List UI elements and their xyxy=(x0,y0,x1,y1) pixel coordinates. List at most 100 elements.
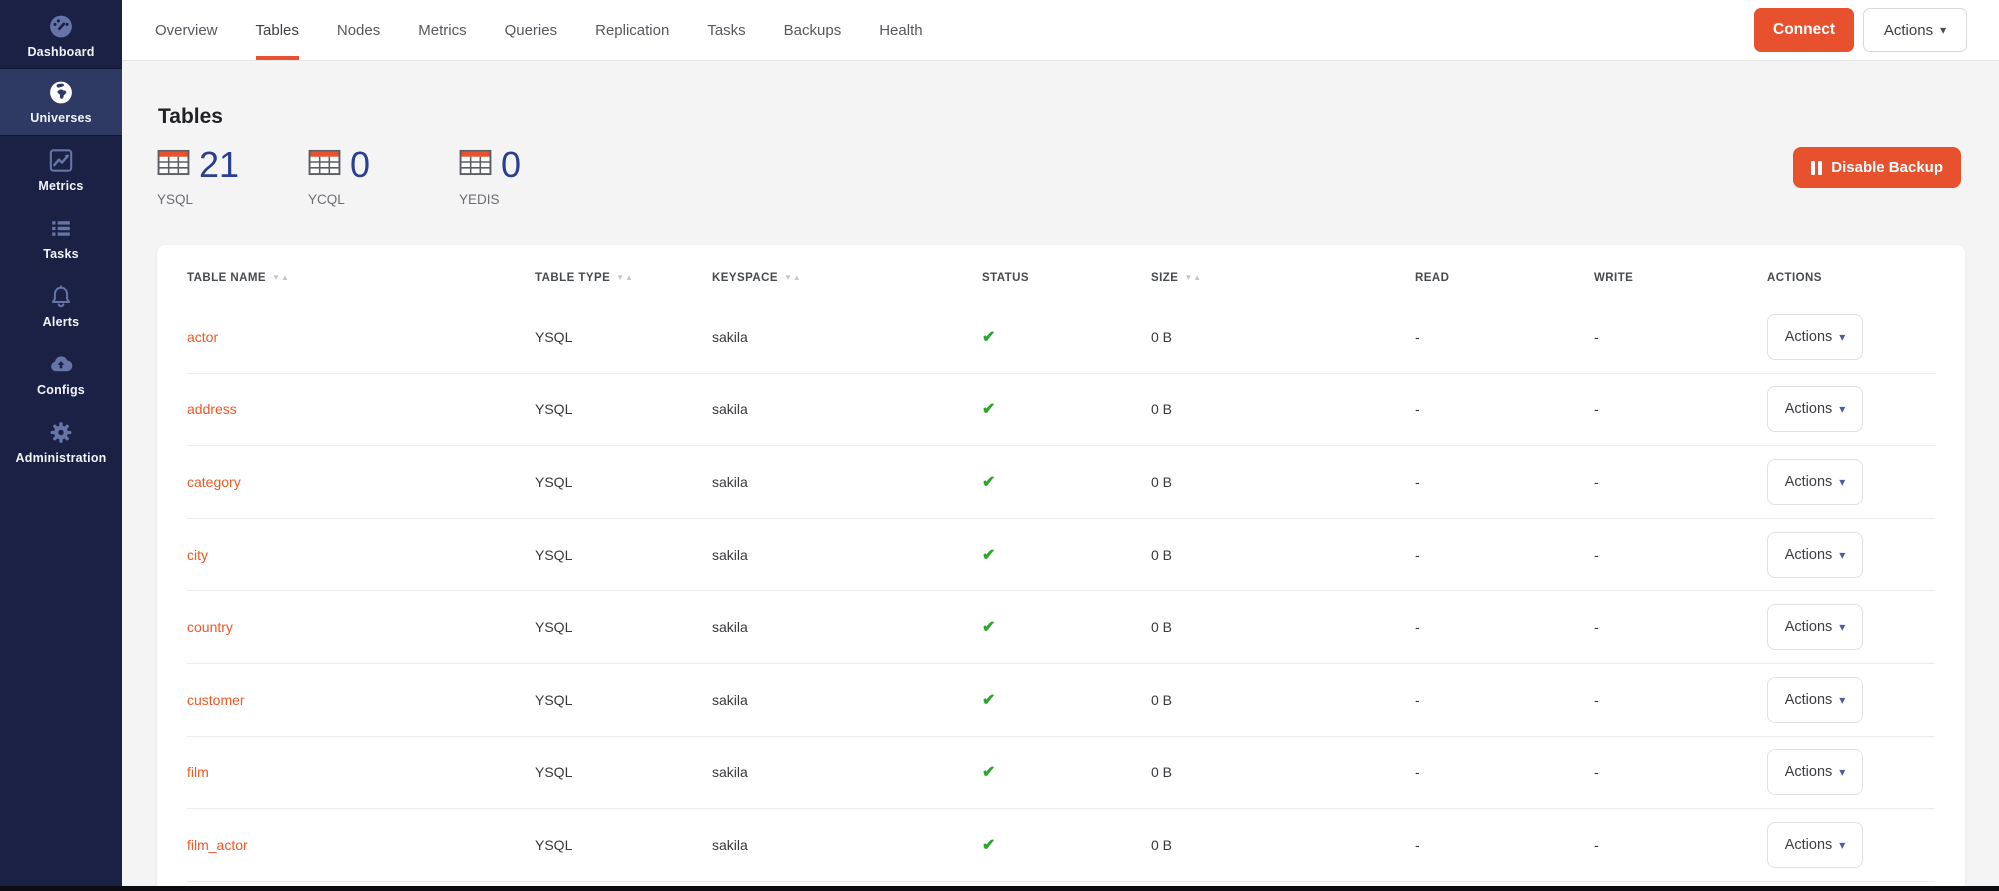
chevron-down-icon: ▾ xyxy=(1839,476,1845,488)
chevron-down-icon: ▾ xyxy=(1839,694,1845,706)
read-cell: - xyxy=(1415,547,1594,563)
row-actions-button[interactable]: Actions▾ xyxy=(1767,532,1863,578)
sidebar-item-label: Configs xyxy=(37,383,85,397)
write-cell: - xyxy=(1594,692,1767,708)
sidebar-item-alerts[interactable]: Alerts xyxy=(0,272,122,340)
write-cell: - xyxy=(1594,401,1767,417)
status-cell: ✔ xyxy=(982,399,1151,419)
disable-backup-button[interactable]: Disable Backup xyxy=(1793,147,1961,188)
row-actions-button[interactable]: Actions▾ xyxy=(1767,822,1863,868)
actions-cell: Actions ▾ xyxy=(1767,677,1935,723)
stat-label: YCQL xyxy=(308,192,459,207)
sidebar-item-configs[interactable]: Configs xyxy=(0,340,122,408)
actions-cell: Actions▾ xyxy=(1767,314,1935,360)
sort-icon: ▼▲ xyxy=(616,273,634,282)
tab-nodes[interactable]: Nodes xyxy=(318,0,399,60)
column-header-label: WRITE xyxy=(1594,272,1633,284)
bell-icon xyxy=(46,283,76,310)
table-type-cell: YSQL xyxy=(535,619,712,635)
keyspace-cell: sakila xyxy=(712,619,982,635)
row-actions-label: Actions xyxy=(1785,692,1833,708)
tab-replication[interactable]: Replication xyxy=(576,0,688,60)
write-cell: - xyxy=(1594,837,1767,853)
row-actions-button[interactable]: Actions▾ xyxy=(1767,604,1863,650)
gear-icon xyxy=(46,419,76,446)
connect-button[interactable]: Connect xyxy=(1754,8,1854,52)
column-header-label: READ xyxy=(1415,272,1449,284)
size-cell: 0 B xyxy=(1151,329,1415,345)
size-cell: 0 B xyxy=(1151,692,1415,708)
sidebar-item-label: Universes xyxy=(30,111,92,125)
sidebar-item-universes[interactable]: Universes xyxy=(0,68,122,136)
disable-backup-label: Disable Backup xyxy=(1831,159,1943,176)
tab-overview[interactable]: Overview xyxy=(136,0,237,60)
table-name-link[interactable]: film_actor xyxy=(187,837,535,853)
table-type-cell: YSQL xyxy=(535,764,712,780)
tab-backups[interactable]: Backups xyxy=(765,0,861,60)
chevron-down-icon: ▾ xyxy=(1839,549,1845,561)
stat-count: 0 xyxy=(501,147,521,183)
tab-metrics[interactable]: Metrics xyxy=(399,0,485,60)
tab-queries[interactable]: Queries xyxy=(486,0,577,60)
sidebar-item-tasks[interactable]: Tasks xyxy=(0,204,122,272)
tab-tables[interactable]: Tables xyxy=(237,0,318,60)
table-row: filmYSQLsakila✔0 B--Actions▾ xyxy=(187,737,1935,810)
gauge-icon xyxy=(46,13,76,40)
table-name-link[interactable]: actor xyxy=(187,329,535,345)
table-name-link[interactable]: city xyxy=(187,547,535,563)
status-ok-icon: ✔ xyxy=(982,547,995,564)
tab-health[interactable]: Health xyxy=(860,0,941,60)
column-header-table-type[interactable]: TABLE TYPE▼▲ xyxy=(535,272,712,284)
sidebar-item-metrics[interactable]: Metrics xyxy=(0,136,122,204)
tab-tasks[interactable]: Tasks xyxy=(688,0,764,60)
tables-card: TABLE NAME▼▲TABLE TYPE▼▲KEYSPACE▼▲STATUS… xyxy=(157,245,1965,891)
column-header-keyspace[interactable]: KEYSPACE▼▲ xyxy=(712,272,982,284)
row-actions-button[interactable]: Actions▾ xyxy=(1767,386,1863,432)
table-grid-icon xyxy=(157,149,190,181)
size-cell: 0 B xyxy=(1151,619,1415,635)
table-name-link[interactable]: film xyxy=(187,764,535,780)
sidebar-item-administration[interactable]: Administration xyxy=(0,408,122,476)
keyspace-cell: sakila xyxy=(712,547,982,563)
status-ok-icon: ✔ xyxy=(982,401,995,418)
universe-actions-button[interactable]: Actions ▾ xyxy=(1863,8,1967,52)
sort-icon: ▼▲ xyxy=(272,273,290,282)
sort-icon: ▼▲ xyxy=(784,273,802,282)
table-name-link[interactable]: address xyxy=(187,401,535,417)
read-cell: - xyxy=(1415,329,1594,345)
sidebar: Dashboard Universes Metrics Tasks Alerts… xyxy=(0,0,122,891)
globe-icon xyxy=(46,79,76,106)
row-actions-button[interactable]: Actions▾ xyxy=(1767,314,1863,360)
status-ok-icon: ✔ xyxy=(982,619,995,636)
row-actions-button[interactable]: Actions▾ xyxy=(1767,749,1863,795)
table-name-link[interactable]: country xyxy=(187,619,535,635)
column-header-size[interactable]: SIZE▼▲ xyxy=(1151,272,1415,284)
sidebar-nav: Dashboard Universes Metrics Tasks Alerts… xyxy=(0,0,122,476)
size-cell: 0 B xyxy=(1151,474,1415,490)
stat-yedis: 0YEDIS xyxy=(459,147,610,207)
write-cell: - xyxy=(1594,619,1767,635)
table-name-link[interactable]: category xyxy=(187,474,535,490)
row-actions-button[interactable]: Actions ▾ xyxy=(1767,677,1863,723)
row-actions-button[interactable]: Actions▾ xyxy=(1767,459,1863,505)
row-actions-label: Actions xyxy=(1785,619,1833,635)
size-cell: 0 B xyxy=(1151,764,1415,780)
column-header-table-name[interactable]: TABLE NAME ▼▲ xyxy=(187,272,535,284)
size-cell: 0 B xyxy=(1151,547,1415,563)
universe-tabs: OverviewTablesNodesMetricsQueriesReplica… xyxy=(122,0,942,60)
actions-cell: Actions▾ xyxy=(1767,459,1935,505)
keyspace-cell: sakila xyxy=(712,329,982,345)
chevron-down-icon: ▾ xyxy=(1839,766,1845,778)
actions-cell: Actions▾ xyxy=(1767,749,1935,795)
chevron-down-icon: ▾ xyxy=(1839,331,1845,343)
column-header-label: TABLE NAME xyxy=(187,272,266,284)
table-type-cell: YSQL xyxy=(535,329,712,345)
table-row: film_actorYSQLsakila✔0 B--Actions▾ xyxy=(187,809,1935,882)
row-actions-label: Actions xyxy=(1785,401,1833,417)
table-type-cell: YSQL xyxy=(535,474,712,490)
stat-ysql: 21YSQL xyxy=(157,147,308,207)
table-name-link[interactable]: customer xyxy=(187,692,535,708)
sidebar-item-dashboard[interactable]: Dashboard xyxy=(0,0,122,68)
keyspace-cell: sakila xyxy=(712,401,982,417)
column-header-actions: ACTIONS xyxy=(1767,272,1935,284)
